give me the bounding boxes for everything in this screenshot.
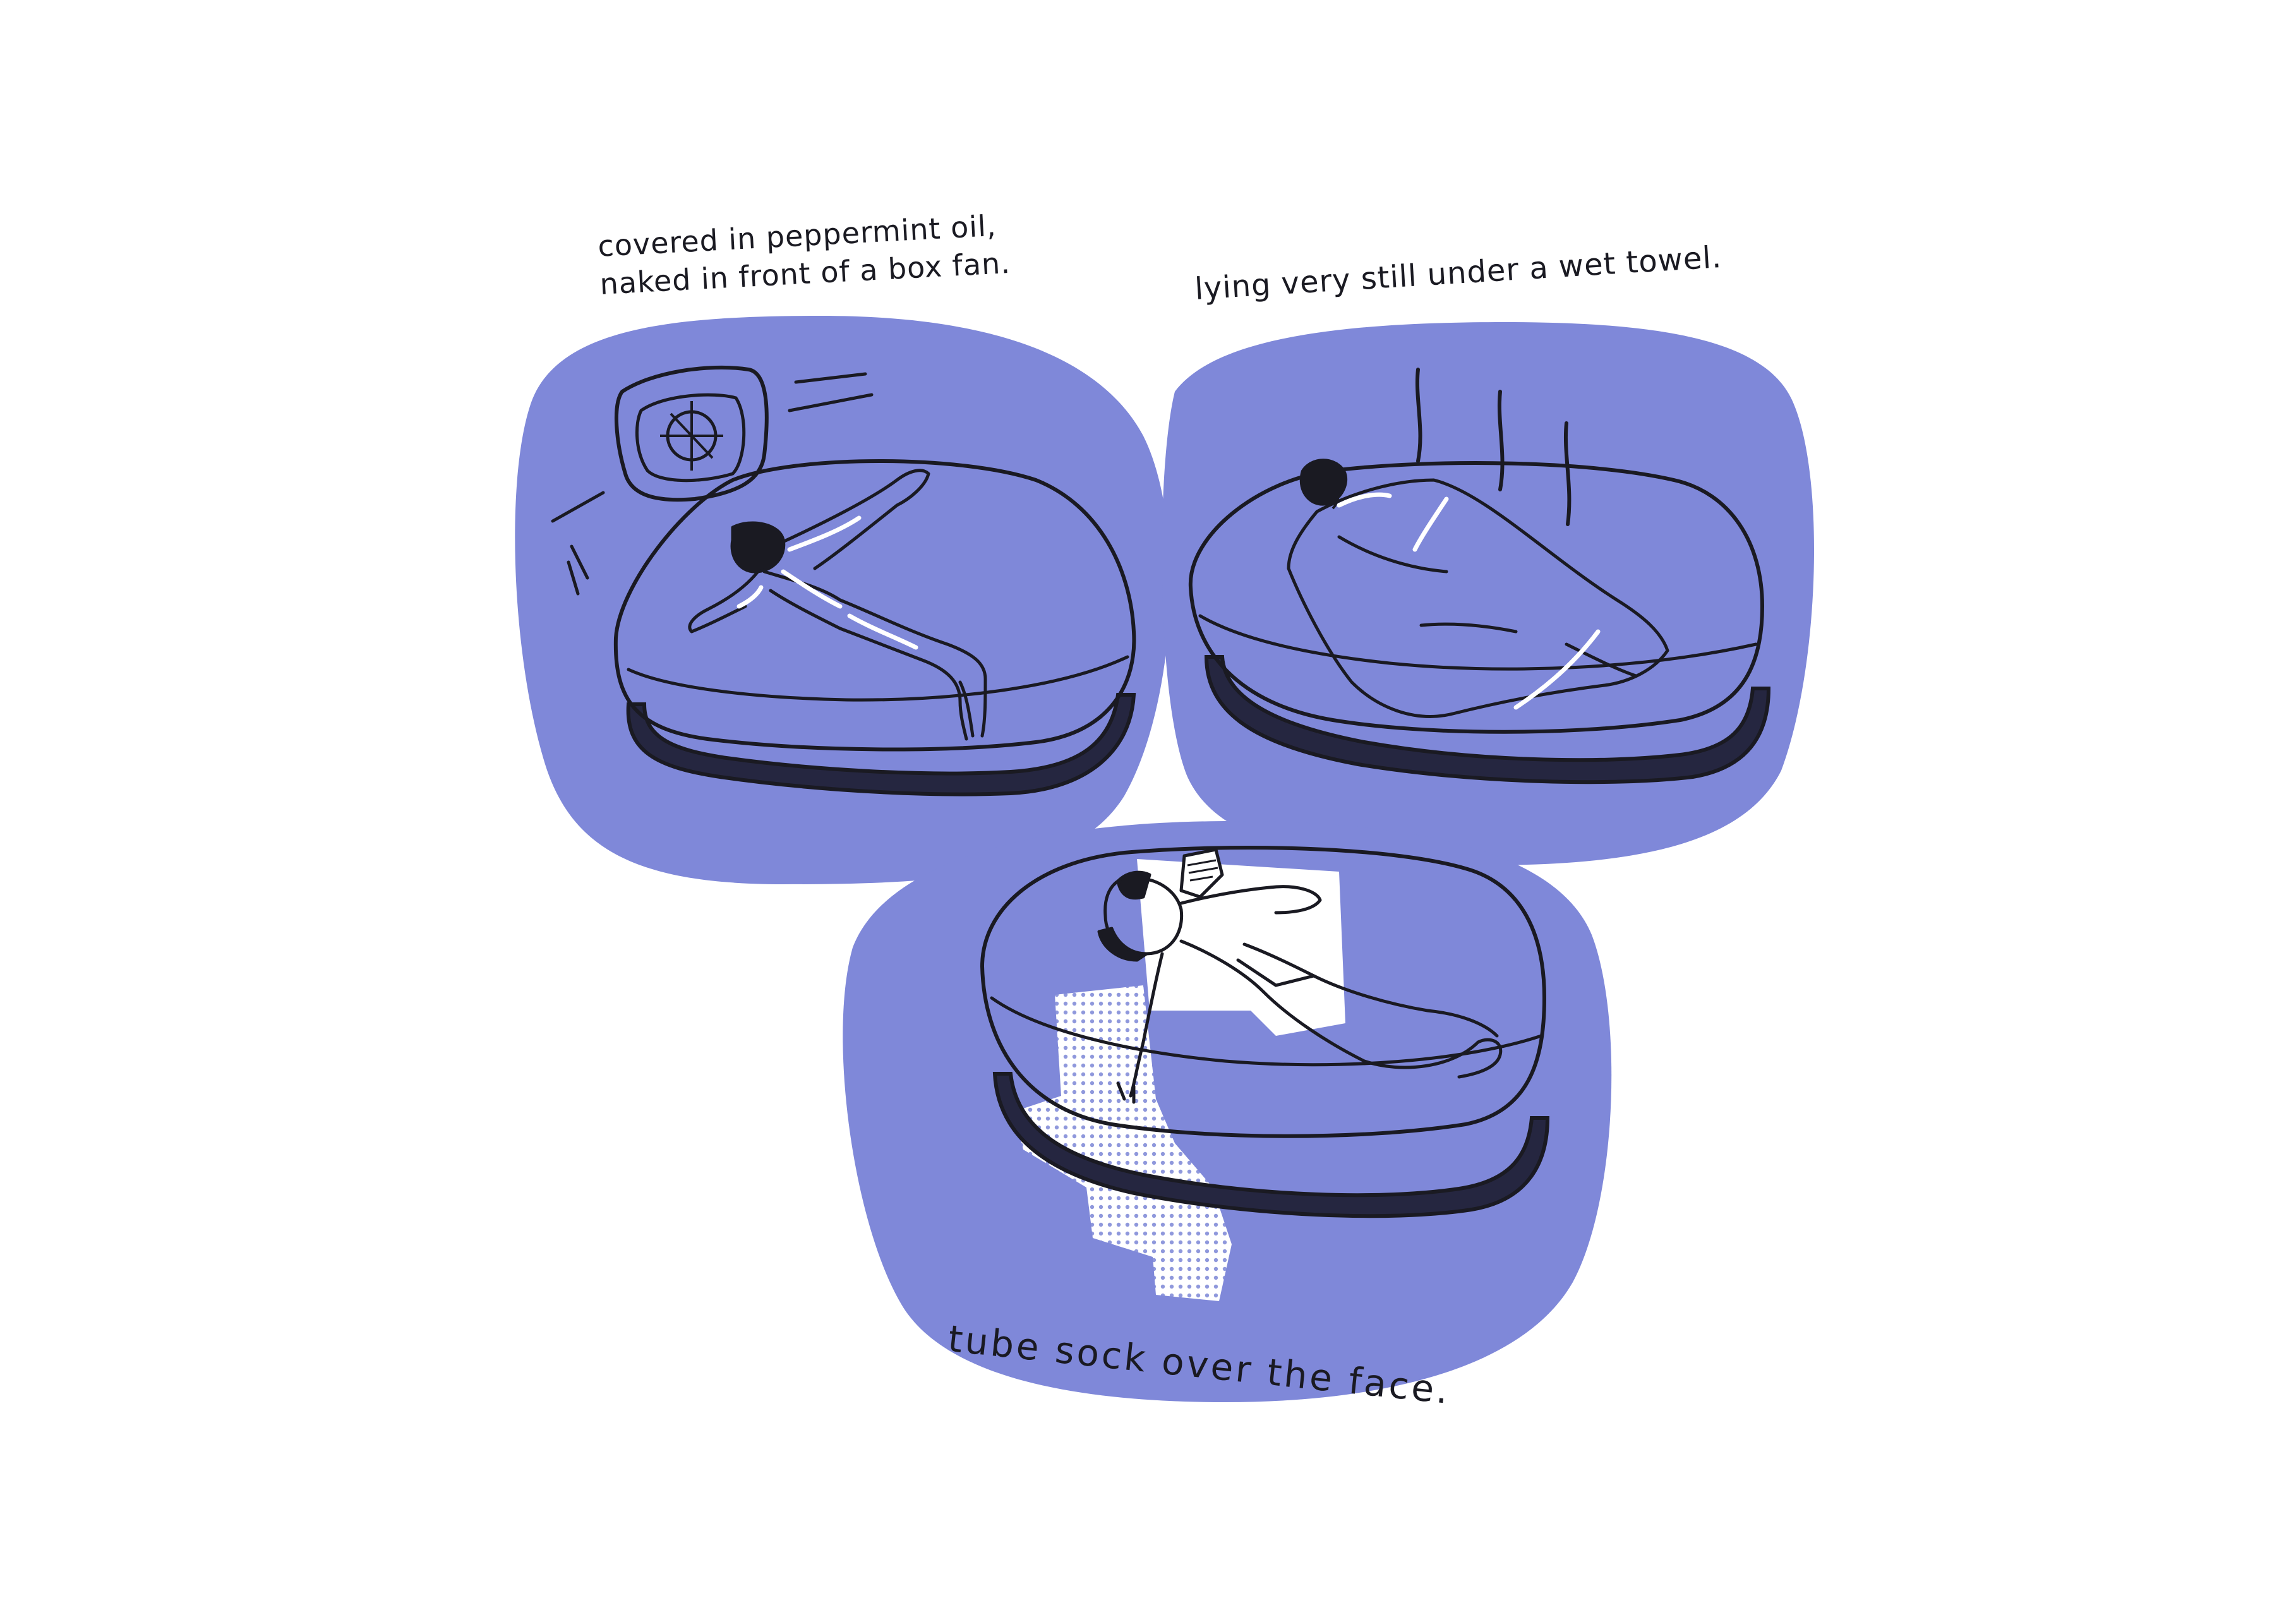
comic-illustration: covered in peppermint oil, naked in fron… bbox=[0, 0, 2296, 1619]
panel-wet-towel-blob bbox=[1162, 322, 1815, 865]
panel-box-fan bbox=[515, 316, 1170, 884]
panel-tube-sock bbox=[843, 821, 1612, 1402]
panel-wet-towel bbox=[1162, 322, 1815, 865]
